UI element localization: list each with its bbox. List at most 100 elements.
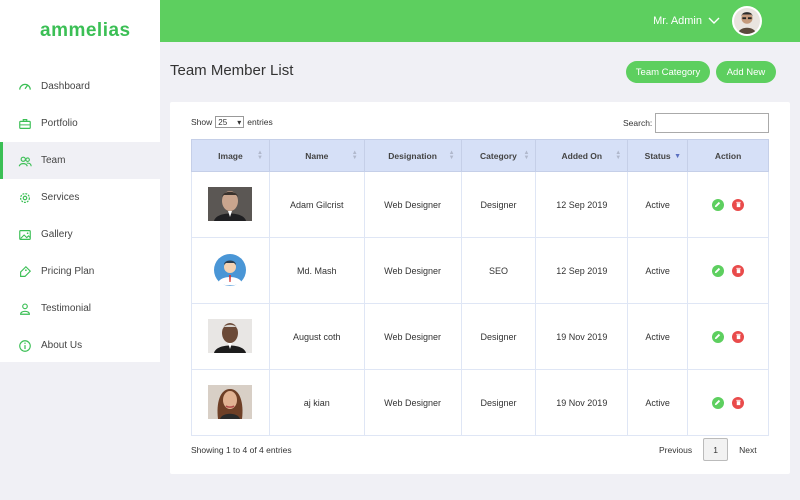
select-arrow-icon: ▾ (237, 117, 242, 127)
member-avatar-placeholder (208, 253, 252, 287)
briefcase-icon (18, 117, 32, 131)
cell-name: August coth (268, 303, 365, 370)
chevron-down-icon[interactable] (708, 17, 720, 25)
table-header-row: Image ▲ ▼ Name ▲ ▼ Designation ▲ ▼ Category ▲ ▼ … (191, 139, 769, 172)
speedometer-icon (18, 80, 32, 94)
cell-name: Adam Gilcrist (268, 171, 365, 238)
users-icon (18, 154, 32, 168)
search-control: Search: (623, 113, 770, 133)
sidebar-item-services[interactable]: Services (0, 179, 160, 216)
cell-status: Active (627, 303, 689, 370)
table-row: August coth Web Designer Designer 19 Nov… (191, 303, 769, 370)
column-header-action: Action (687, 139, 769, 172)
search-label: Search: (623, 118, 653, 128)
sidebar-item-label: Team (41, 155, 66, 166)
cell-added-on: 19 Nov 2019 (535, 303, 629, 370)
sidebar-nav: Dashboard Portfolio Team Services Galler… (0, 68, 160, 364)
cell-designation: Web Designer (363, 171, 462, 238)
team-table: Image ▲ ▼ Name ▲ ▼ Designation ▲ ▼ Category ▲ ▼ … (191, 139, 769, 436)
sidebar-item-testimonial[interactable]: Testimonial (0, 290, 160, 327)
info-icon (18, 339, 32, 353)
add-new-button[interactable]: Add New (716, 61, 776, 83)
team-category-button[interactable]: Team Category (626, 61, 710, 83)
cell-status: Active (627, 237, 689, 304)
page-title: Team Member List (170, 62, 294, 79)
cell-image (191, 237, 270, 304)
sidebar-item-dashboard[interactable]: Dashboard (0, 68, 160, 105)
sidebar-item-about-us[interactable]: About Us (0, 327, 160, 364)
trash-icon[interactable] (732, 330, 745, 343)
member-photo (208, 384, 253, 419)
table-info: Showing 1 to 4 of 4 entries (191, 445, 292, 455)
cell-action (687, 303, 769, 370)
cell-image (191, 303, 270, 370)
sort-desc-icon: ▼ (674, 153, 682, 160)
sidebar-item-label: Portfolio (41, 118, 78, 129)
edit-icon[interactable] (711, 198, 724, 211)
sidebar-item-gallery[interactable]: Gallery (0, 216, 160, 253)
trash-icon[interactable] (732, 396, 745, 409)
column-header-name[interactable]: Name ▲ ▼ (268, 139, 365, 172)
sidebar-item-portfolio[interactable]: Portfolio (0, 105, 160, 142)
top-header: Mr. Admin (160, 0, 800, 42)
cell-added-on: 12 Sep 2019 (535, 237, 629, 304)
sidebar-item-team[interactable]: Team (0, 142, 160, 179)
sidebar: ammelias Dashboard Portfolio Team Servic… (0, 0, 160, 362)
cell-name: aj kian (268, 369, 365, 436)
cell-image (191, 171, 270, 238)
table-row: aj kian Web Designer Designer 19 Nov 201… (191, 369, 769, 436)
cell-designation: Web Designer (363, 369, 462, 436)
cell-status: Active (627, 171, 689, 238)
column-header-added-on[interactable]: Added On ▲ ▼ (535, 139, 629, 172)
sidebar-item-label: Pricing Plan (41, 266, 95, 277)
gear-icon (18, 191, 32, 205)
cell-action (687, 171, 769, 238)
sidebar-item-pricing-plan[interactable]: Pricing Plan (0, 253, 160, 290)
table-row: Md. Mash Web Designer SEO 12 Sep 2019 Ac… (191, 237, 769, 304)
cell-image (191, 369, 270, 436)
entries-label: entries (247, 117, 273, 127)
entries-length-control: Show 25 ▾ entries (191, 116, 273, 128)
sidebar-item-label: Dashboard (41, 81, 90, 92)
page-1-button[interactable]: 1 (703, 438, 729, 461)
member-photo (208, 186, 253, 221)
team-table-card: Show 25 ▾ entries Search: Image ▲ ▼ Name ▲ ▼… (170, 102, 790, 474)
brand-logo[interactable]: ammelias (0, 0, 160, 62)
avatar[interactable] (732, 6, 762, 36)
previous-page-button[interactable]: Previous (650, 445, 701, 455)
tag-icon (18, 265, 32, 279)
column-header-image[interactable]: Image ▲ ▼ (191, 139, 270, 172)
column-header-status[interactable]: Status ▼ (627, 139, 689, 172)
cell-added-on: 19 Nov 2019 (535, 369, 629, 436)
sidebar-item-label: Gallery (41, 229, 73, 240)
table-row: Adam Gilcrist Web Designer Designer 12 S… (191, 171, 769, 238)
cell-action (687, 369, 769, 436)
image-icon (18, 228, 32, 242)
cell-action (687, 237, 769, 304)
cell-category: SEO (460, 237, 537, 304)
admin-name[interactable]: Mr. Admin (653, 15, 702, 27)
column-header-designation[interactable]: Designation ▲ ▼ (363, 139, 462, 172)
cell-category: Designer (460, 369, 537, 436)
trash-icon[interactable] (732, 198, 745, 211)
next-page-button[interactable]: Next (730, 445, 765, 455)
cell-added-on: 12 Sep 2019 (535, 171, 629, 238)
user-icon (18, 302, 32, 316)
edit-icon[interactable] (711, 264, 724, 277)
search-input[interactable] (655, 113, 770, 133)
sort-icon: ▲ ▼ (351, 150, 358, 161)
sort-icon: ▲ ▼ (256, 150, 263, 161)
sort-icon: ▲ ▼ (448, 150, 455, 161)
edit-icon[interactable] (711, 330, 724, 343)
column-header-category[interactable]: Category ▲ ▼ (460, 139, 537, 172)
pagination: Previous 1 Next (650, 438, 766, 461)
entries-select-value: 25 (218, 117, 228, 127)
edit-icon[interactable] (711, 396, 724, 409)
cell-status: Active (627, 369, 689, 436)
sidebar-item-label: Testimonial (41, 303, 92, 314)
entries-select[interactable]: 25 ▾ (215, 116, 245, 128)
sidebar-item-label: Services (41, 192, 80, 203)
cell-designation: Web Designer (363, 303, 462, 370)
trash-icon[interactable] (732, 264, 745, 277)
sidebar-item-label: About Us (41, 340, 83, 351)
